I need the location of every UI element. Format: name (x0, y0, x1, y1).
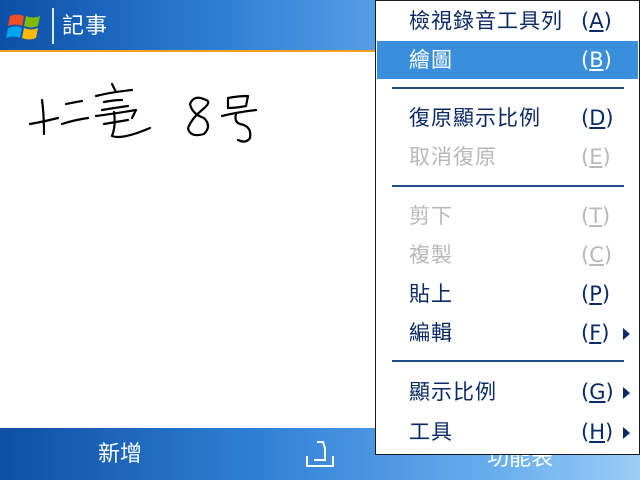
handwritten-ink (28, 82, 258, 143)
menu-item-restore-zoom[interactable]: 復原顯示比例 (D) (377, 99, 638, 137)
windows-flag-icon[interactable] (6, 10, 46, 44)
menu-item-tools[interactable]: 工具 (H) (377, 413, 638, 451)
menu-accelerator: (H) (581, 420, 614, 444)
menu-accelerator: (G) (581, 380, 614, 404)
menu-item-drawing[interactable]: 繪圖 (B) (377, 41, 638, 79)
menu-item-view-recording-toolbar[interactable]: 檢視錄音工具列 (A) (377, 2, 638, 40)
menu-separator (392, 185, 624, 187)
menu-separator (392, 87, 624, 89)
title-divider (52, 8, 54, 44)
app-title: 記事 (62, 14, 109, 39)
input-panel-icon[interactable] (302, 436, 338, 472)
menu-item-copy: 複製 (C) (377, 236, 638, 274)
menu-accelerator: (C) (581, 243, 613, 267)
menu-item-undo-restore: 取消復原 (E) (377, 138, 638, 176)
menu-item-edit[interactable]: 編輯 (F) (377, 314, 638, 352)
submenu-arrow-icon (623, 328, 630, 340)
menu-accelerator: (E) (581, 145, 611, 169)
menu-accelerator: (P) (581, 282, 611, 306)
menu-item-paste[interactable]: 貼上 (P) (377, 275, 638, 313)
menu-separator (392, 360, 624, 362)
menu-accelerator: (B) (581, 48, 612, 72)
new-softkey[interactable]: 新增 (60, 438, 180, 472)
menu-accelerator: (T) (581, 204, 611, 228)
submenu-arrow-icon (623, 427, 630, 439)
menu-item-zoom[interactable]: 顯示比例 (G) (377, 373, 638, 411)
submenu-arrow-icon (623, 387, 630, 399)
menu-accelerator: (F) (581, 321, 610, 345)
menu-item-cut: 剪下 (T) (377, 197, 638, 235)
menu-accelerator: (A) (581, 9, 612, 33)
context-menu: 檢視錄音工具列 (A) 繪圖 (B) 復原顯示比例 (D) 取消復原 (E) 剪… (375, 0, 640, 455)
menu-accelerator: (D) (581, 106, 614, 130)
